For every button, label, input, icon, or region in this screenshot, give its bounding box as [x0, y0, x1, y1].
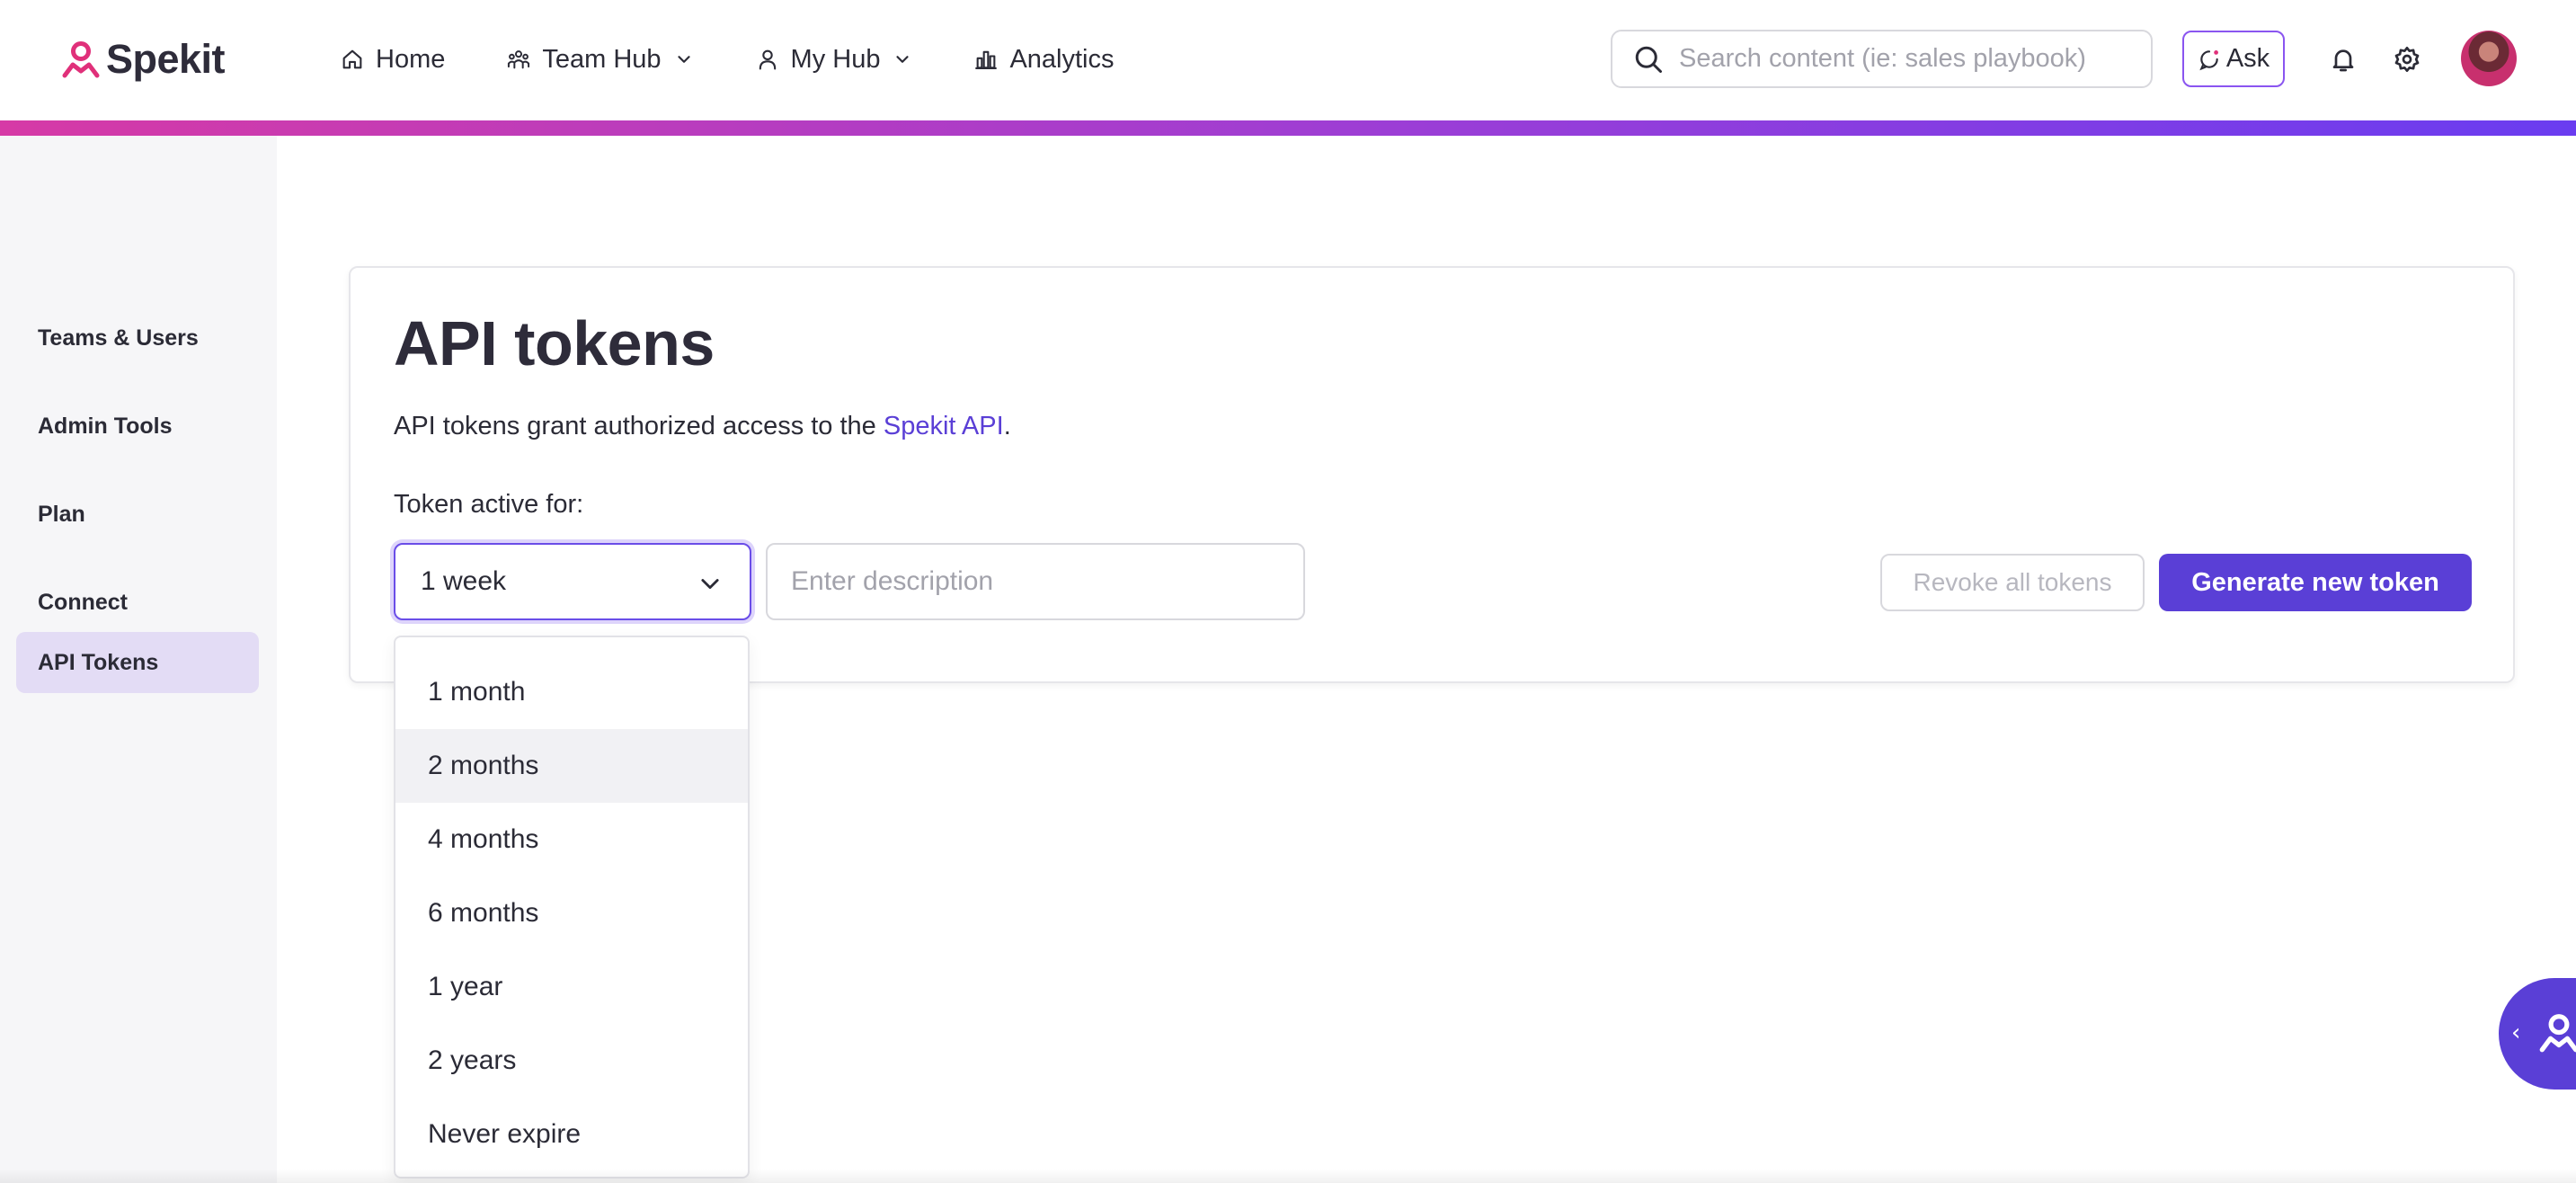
- page-title: API tokens: [394, 308, 715, 378]
- nav-home[interactable]: Home: [340, 45, 445, 75]
- chevron-down-icon: [896, 56, 910, 63]
- spekit-api-link[interactable]: Spekit API: [884, 412, 1004, 440]
- spekit-helper-icon: [2539, 1014, 2576, 1053]
- dropdown-option-never-expire[interactable]: Never expire: [395, 1098, 748, 1171]
- chevron-down-icon: [677, 56, 690, 63]
- user-icon: [759, 49, 776, 70]
- spekit-helper-button[interactable]: ‹: [2499, 978, 2576, 1090]
- top-navigation-bar: Spekit Home Team Hub My Hub Analytics As…: [0, 0, 2576, 120]
- ask-button-label: Ask: [2225, 44, 2270, 73]
- search-box[interactable]: [1611, 30, 2153, 88]
- team-icon: [508, 50, 530, 69]
- chevron-left-icon: ‹: [2511, 1019, 2521, 1046]
- nav-my-hub[interactable]: My Hub: [755, 45, 913, 75]
- token-duration-label: Token active for:: [394, 490, 584, 519]
- nav-home-label: Home: [376, 44, 446, 74]
- token-description-input[interactable]: [766, 543, 1305, 620]
- sparkle-chat-icon: [2199, 49, 2218, 70]
- search-icon: [1635, 46, 1662, 73]
- bell-icon: [2332, 49, 2354, 72]
- nav-team-hub[interactable]: Team Hub: [506, 45, 693, 75]
- token-duration-value: 1 week: [421, 566, 507, 596]
- subtitle-suffix: .: [1003, 412, 1011, 440]
- sidebar-item-plan[interactable]: Plan: [16, 484, 259, 545]
- revoke-all-tokens-button[interactable]: Revoke all tokens: [1880, 554, 2145, 611]
- sidebar-item-connect[interactable]: Connect: [16, 572, 259, 633]
- main-nav: Home Team Hub My Hub Analytics: [340, 34, 1176, 84]
- home-icon: [342, 49, 362, 69]
- sidebar-item-api-tokens[interactable]: API Tokens: [16, 632, 259, 693]
- nav-team-hub-label: Team Hub: [542, 44, 662, 74]
- chevron-down-icon: [701, 579, 719, 590]
- subtitle-text: API tokens grant authorized access to th…: [394, 412, 884, 440]
- ask-button[interactable]: Ask: [2182, 31, 2285, 87]
- dropdown-option-4-months[interactable]: 4 months: [395, 803, 748, 876]
- logo-text: Spekit: [106, 36, 226, 82]
- dropdown-option-2-years[interactable]: 2 years: [395, 1024, 748, 1098]
- dropdown-option-2-months[interactable]: 2 months: [395, 729, 748, 803]
- notifications-button[interactable]: [2325, 41, 2361, 77]
- nav-analytics-label: Analytics: [1009, 44, 1115, 74]
- dropdown-option-1-year[interactable]: 1 year: [395, 950, 748, 1024]
- bar-chart-icon: [975, 50, 998, 69]
- token-duration-select[interactable]: 1 week: [394, 543, 751, 620]
- token-duration-dropdown: 1 month 2 months 4 months 6 months 1 yea…: [394, 636, 750, 1179]
- dropdown-option-6-months[interactable]: 6 months: [395, 876, 748, 950]
- search-input[interactable]: [1679, 44, 2146, 74]
- bottom-shade: [0, 1169, 2576, 1183]
- settings-button[interactable]: [2389, 41, 2425, 77]
- nav-my-hub-label: My Hub: [790, 44, 881, 74]
- user-avatar[interactable]: [2461, 31, 2517, 86]
- brand-accent-bar: [0, 120, 2576, 136]
- spekit-logo-icon: [62, 41, 100, 78]
- api-tokens-card: API tokens API tokens grant authorized a…: [349, 266, 2515, 683]
- page-subtitle: API tokens grant authorized access to th…: [394, 412, 1011, 441]
- spekit-logo[interactable]: Spekit: [59, 32, 226, 86]
- generate-new-token-button[interactable]: Generate new token: [2159, 554, 2472, 611]
- sidebar-item-admin-tools[interactable]: Admin Tools: [16, 396, 259, 457]
- dropdown-option-1-month[interactable]: 1 month: [395, 655, 748, 729]
- gear-icon: [2394, 47, 2420, 72]
- sidebar-item-teams-users[interactable]: Teams & Users: [16, 307, 259, 369]
- settings-sidebar: Teams & Users Admin Tools Plan Connect A…: [0, 136, 277, 1183]
- nav-analytics[interactable]: Analytics: [973, 44, 1115, 75]
